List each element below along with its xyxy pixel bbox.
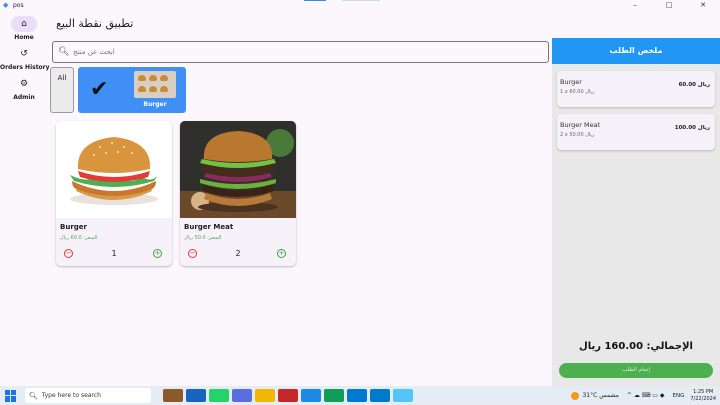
- taskbar-search[interactable]: 🔍︎ Type here to search: [25, 388, 151, 403]
- weather-text: 31°C مشمس: [582, 392, 619, 399]
- category-chip-burger[interactable]: ✔ Burger: [78, 67, 186, 113]
- vscode-app-icon[interactable]: [370, 389, 390, 402]
- window-controls: – □ ✕: [618, 0, 720, 11]
- nav-label-admin: Admin: [13, 94, 35, 101]
- whatsapp-app-icon[interactable]: [209, 389, 229, 402]
- sun-icon: [571, 391, 580, 400]
- search-icon: 🔍︎: [29, 391, 38, 400]
- order-item: Burger Meat 2 x 50.00 ريال 100.00 ريال: [557, 114, 715, 150]
- product-name: Burger Meat: [184, 223, 234, 231]
- nav-label-home: Home: [14, 34, 34, 41]
- order-item-total: 100.00 ريال: [674, 125, 710, 131]
- taskbar-clock[interactable]: 1:25 PM 7/22/2024: [690, 389, 716, 403]
- product-card[interactable]: Burger Meat السعر: 50.0 ريال − 2 +: [180, 121, 296, 266]
- windows-taskbar: 🔍︎ Type here to search 31°C مشمس ^ ☁ ⌨ ▭…: [0, 386, 720, 405]
- nav-item-orders-history[interactable]: ↺ Orders History: [0, 46, 50, 71]
- language-indicator[interactable]: ENG: [673, 393, 685, 399]
- app-icon[interactable]: [301, 389, 321, 402]
- nav-item-admin[interactable]: ⚙ Admin: [0, 76, 48, 101]
- clock-time: 1:25 PM: [693, 388, 714, 395]
- history-icon: ↺: [20, 49, 28, 59]
- window-titlebar: ◆ pos – □ ✕: [0, 0, 720, 11]
- explorer-app-icon[interactable]: [255, 389, 275, 402]
- home-icon: ⌂: [11, 16, 37, 32]
- order-total: الإجمالي: 160.00 ريال: [579, 341, 693, 352]
- check-icon: ✔: [90, 77, 109, 102]
- decrease-quantity-button[interactable]: −: [64, 249, 73, 258]
- windows-start-icon[interactable]: [5, 389, 17, 402]
- edge-app-icon[interactable]: [186, 389, 206, 402]
- maximize-button[interactable]: □: [652, 0, 686, 11]
- product-image: [180, 121, 296, 218]
- product-quantity: 1: [111, 249, 117, 258]
- tray-icons[interactable]: ^ ☁ ⌨ ▭ ◆: [627, 392, 665, 399]
- product-price: السعر: 60.0 ريال: [60, 235, 98, 241]
- minimize-button[interactable]: –: [618, 0, 652, 11]
- product-quantity: 2: [235, 249, 241, 258]
- close-button[interactable]: ✕: [686, 0, 720, 11]
- taskbar-apps: [163, 389, 416, 402]
- product-image: [56, 121, 172, 218]
- order-item-name: Burger: [560, 78, 582, 86]
- flutter-app-icon[interactable]: [393, 389, 413, 402]
- search-input[interactable]: [73, 48, 533, 56]
- category-chip-all[interactable]: All: [50, 67, 74, 113]
- chrome-app-icon[interactable]: [232, 389, 252, 402]
- product-search[interactable]: 🔍︎: [52, 41, 549, 63]
- flutter-app-icon: ◆: [3, 1, 9, 9]
- navigation-rail: ⌂ Home ↺ Orders History ⚙ Admin: [0, 11, 50, 386]
- increase-quantity-button[interactable]: +: [153, 249, 162, 258]
- search-icon: 🔍︎: [58, 47, 70, 57]
- titlebar-accent-secondary: [342, 0, 380, 1]
- order-summary-panel: ملخص الطلب Burger 1 x 60.00 ريال 60.00 ر…: [552, 38, 720, 386]
- order-summary-title: ملخص الطلب: [552, 38, 720, 64]
- order-item-detail: 2 x 50.00 ريال: [560, 132, 595, 138]
- system-tray: 31°C مشمس ^ ☁ ⌨ ▭ ◆ ENG 1:25 PM 7/22/202…: [571, 386, 716, 405]
- product-card[interactable]: Burger السعر: 60.0 ريال − 1 +: [56, 121, 172, 266]
- increase-quantity-button[interactable]: +: [277, 249, 286, 258]
- nav-label-orders-history: Orders History: [0, 64, 50, 71]
- order-item-total: 60.00 ريال: [678, 82, 710, 88]
- product-name: Burger: [60, 223, 87, 231]
- complete-order-button[interactable]: إتمام الطلب: [559, 363, 713, 378]
- mail-app-icon[interactable]: [347, 389, 367, 402]
- order-item-name: Burger Meat: [560, 121, 601, 129]
- taskview-app-icon[interactable]: [163, 389, 183, 402]
- order-item: Burger 1 x 60.00 ريال 60.00 ريال: [557, 71, 715, 107]
- taskbar-search-placeholder: Type here to search: [41, 392, 101, 399]
- decrease-quantity-button[interactable]: −: [188, 249, 197, 258]
- titlebar-accent: [304, 0, 326, 1]
- category-label: Burger: [143, 101, 167, 108]
- admin-icon: ⚙: [19, 79, 29, 89]
- page-title: تطبيق نقطة البيع: [56, 17, 134, 30]
- category-thumbnail: [134, 71, 176, 98]
- clock-date: 7/22/2024: [690, 395, 716, 402]
- app-icon[interactable]: [324, 389, 344, 402]
- order-item-detail: 1 x 60.00 ريال: [560, 89, 595, 95]
- product-price: السعر: 50.0 ريال: [184, 235, 222, 241]
- app-icon[interactable]: [278, 389, 298, 402]
- nav-item-home[interactable]: ⌂ Home: [0, 16, 48, 41]
- window-title: pos: [13, 2, 24, 9]
- weather-widget[interactable]: 31°C مشمس: [571, 391, 619, 400]
